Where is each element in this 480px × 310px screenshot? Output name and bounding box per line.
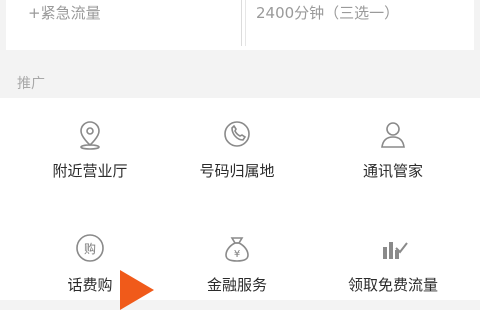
- tile-label: 金融服务: [206, 276, 267, 294]
- coin-purchase-icon: 购: [73, 232, 107, 266]
- tile-label: 通讯管家: [362, 162, 423, 180]
- person-icon: [376, 118, 410, 152]
- tile-financial-services[interactable]: ¥ 金融服务: [162, 232, 312, 302]
- promotion-grid: 附近营业厅 号码归属地 通讯管家 购 话费购 ¥ 金融服务 领取免费流量: [0, 98, 480, 300]
- tile-label: 领取免费流量: [347, 276, 438, 294]
- tile-label: 号码归属地: [199, 162, 275, 180]
- tile-label: 附近营业厅: [52, 162, 128, 180]
- divider: [241, 0, 242, 46]
- tile-free-data[interactable]: 领取免费流量: [318, 232, 468, 302]
- top-options-card: +紧急流量 2400分钟（三选一）: [6, 0, 474, 50]
- tile-communication-manager[interactable]: 通讯管家: [318, 118, 468, 188]
- pointer-arrow: [120, 270, 154, 310]
- tile-number-location[interactable]: 号码归属地: [162, 118, 312, 188]
- svg-text:购: 购: [84, 241, 96, 256]
- section-title-promotion: 推广: [17, 76, 45, 92]
- phone-icon: [220, 118, 254, 152]
- money-bag-icon: ¥: [220, 232, 254, 266]
- bar-chart-check-icon: [376, 232, 410, 266]
- svg-text:¥: ¥: [234, 249, 240, 260]
- location-pin-icon: [73, 118, 107, 152]
- tile-nearby-store[interactable]: 附近营业厅: [15, 118, 165, 188]
- minutes-option[interactable]: 2400分钟（三选一）: [256, 0, 399, 26]
- emergency-data-option[interactable]: +紧急流量: [28, 0, 101, 26]
- divider: [245, 0, 246, 46]
